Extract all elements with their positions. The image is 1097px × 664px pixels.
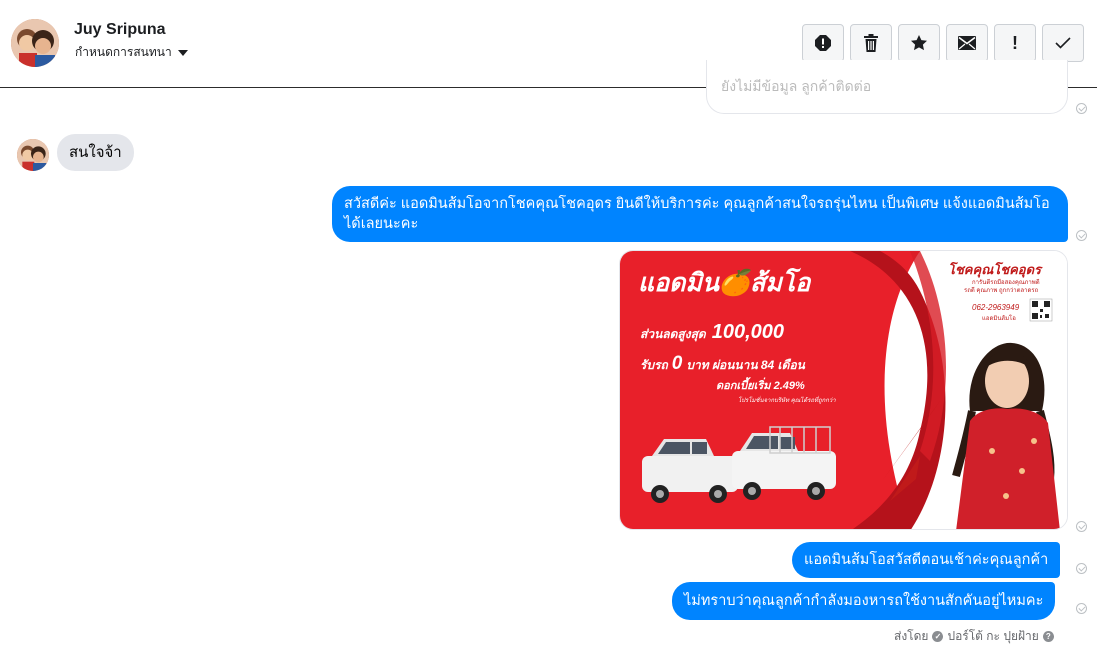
incoming-message[interactable]: สนใจจ้า: [57, 134, 134, 171]
trash-icon: [864, 34, 878, 52]
seen-check-icon: [1076, 603, 1087, 614]
previous-message-bubble: ยังไม่มีข้อมูล ลูกค้าติดต่อ: [706, 60, 1068, 114]
seen-check-icon: [1076, 230, 1087, 241]
outgoing-message-greeting[interactable]: แอดมินส้มโอสวัสดีตอนเช้าค่ะคุณลูกค้า: [792, 542, 1061, 578]
outgoing-message-welcome[interactable]: สวัสดีค่ะ แอดมินส้มโอจากโชคคุณโชคอุดร ยิ…: [332, 186, 1068, 242]
promo-shop-tag2: รถดี คุณภาพ ถูกกว่าตลาดรถ: [964, 288, 1039, 294]
promo-down-line: รับรถ 0 บาท ผ่อนนาน 84 เดือน: [640, 353, 805, 375]
sender-name[interactable]: ปอร์โต้ กะ ปุยฝ้าย: [947, 627, 1038, 646]
star-button[interactable]: [898, 24, 940, 62]
check-icon: [1055, 37, 1071, 49]
promo-down-label: รับรถ: [640, 358, 668, 372]
delete-button[interactable]: [850, 24, 892, 62]
envelope-icon: [958, 36, 976, 50]
promo-discount-value: 100,000: [711, 321, 785, 343]
sender-avatar[interactable]: [17, 139, 49, 171]
user-avatar[interactable]: [11, 19, 59, 67]
seen-check-icon: [1076, 521, 1087, 532]
outgoing-message-question[interactable]: ไม่ทราบว่าคุณลูกค้ากำลังมองหารถใช้งานสัก…: [672, 582, 1056, 620]
star-icon: [911, 35, 927, 51]
verified-check-icon: ✓: [932, 631, 944, 642]
promo-admin-caption: แอดมินส้มโอ: [982, 316, 1016, 322]
user-name[interactable]: Juy Sripuna: [74, 21, 166, 39]
promo-image[interactable]: แอดมิน🍊ส้มโอ ส่วนลดสูงสุด 100,000 รับรถ 0 บ…: [619, 250, 1068, 530]
follow-up-button[interactable]: !: [994, 24, 1036, 62]
alert-circle-icon: [815, 35, 831, 51]
report-spam-button[interactable]: [802, 24, 844, 62]
action-toolbar: !: [802, 24, 1084, 62]
seen-check-icon: [1076, 563, 1087, 574]
conversation-settings-label: กำหนดการสนทนา: [75, 45, 172, 59]
sent-by-note: ส่งโดย ✓ ปอร์โต้ กะ ปุยฝ้าย ?: [894, 627, 1054, 646]
help-icon[interactable]: ?: [1042, 631, 1054, 642]
mark-unread-button[interactable]: [946, 24, 988, 62]
promo-down-suffix: บาท ผ่อนนาน 84 เดือน: [686, 358, 805, 372]
promo-discount-line: ส่วนลดสูงสุด 100,000: [640, 321, 784, 344]
seen-check-icon: [1076, 103, 1087, 114]
exclamation-icon: !: [1012, 33, 1018, 53]
promo-phone: 062-2963949: [972, 303, 1020, 312]
promo-discount-label: ส่วนลดสูงสุด: [640, 327, 706, 341]
sent-by-label: ส่งโดย: [894, 629, 929, 643]
promo-fine-print: โปรโมชั่นจากบริษัท คุณได้รถที่ถูกกว่า: [738, 398, 836, 404]
previous-message-text: ยังไม่มีข้อมูล ลูกค้าติดต่อ: [721, 78, 872, 94]
mark-done-button[interactable]: [1042, 24, 1084, 62]
caret-down-icon: [177, 50, 188, 56]
promo-title: แอดมิน🍊ส้มโอ: [638, 269, 811, 297]
conversation-settings-dropdown[interactable]: กำหนดการสนทนา: [75, 43, 188, 62]
promo-interest: ดอกเบี้ยเริ่ม 2.49%: [716, 380, 805, 392]
promo-down-value: 0: [671, 353, 683, 374]
